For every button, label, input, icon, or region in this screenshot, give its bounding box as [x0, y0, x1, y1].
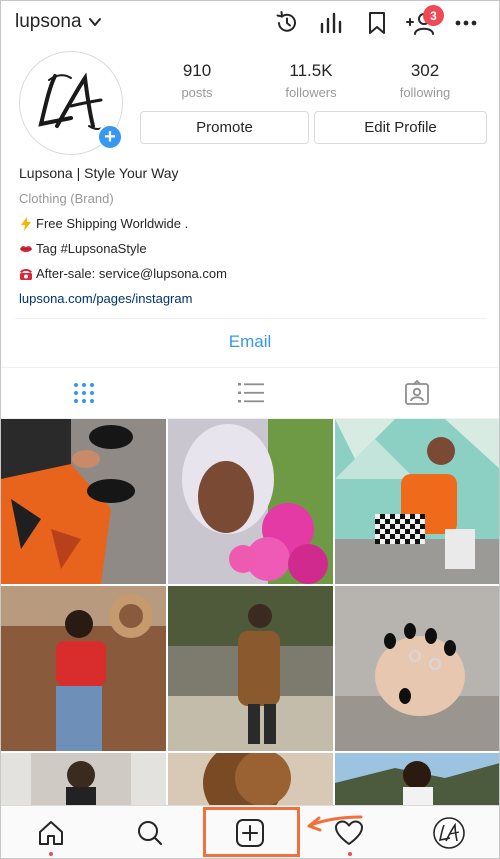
home-icon[interactable] — [36, 818, 66, 848]
grid-view-icon[interactable] — [69, 378, 99, 408]
activity-notification-dot — [348, 852, 352, 856]
insights-icon[interactable] — [317, 9, 345, 37]
posts-label: posts — [181, 85, 213, 100]
grid-post[interactable] — [1, 419, 166, 584]
posts-count: 910 — [182, 61, 212, 80]
grid-post[interactable] — [1, 753, 166, 806]
grid-post[interactable] — [335, 419, 499, 584]
bio-line-aftersale: After-sale: service@lupsona.com — [19, 266, 489, 281]
post-thumbnail — [1, 753, 166, 806]
lightning-emoji-icon — [21, 216, 31, 231]
email-button[interactable]: Email — [1, 332, 499, 352]
following-label: following — [399, 85, 451, 100]
profile-category: Clothing (Brand) — [19, 191, 114, 206]
annotation-arrow-icon — [307, 815, 363, 832]
telephone-emoji-icon — [20, 268, 32, 280]
followers-stat[interactable]: 11.5K followers — [256, 61, 366, 100]
activity-history-icon[interactable] — [273, 9, 301, 37]
add-story-button[interactable]: + — [97, 124, 123, 150]
profile-bio: Lupsona | Style Your Way Clothing (Brand… — [19, 165, 489, 306]
chevron-down-icon — [88, 18, 101, 26]
followers-count: 11.5K — [289, 61, 333, 80]
edit-profile-button[interactable]: Edit Profile — [314, 111, 487, 144]
lips-emoji-icon — [20, 245, 32, 252]
bio-line-3: After-sale: service@lupsona.com — [36, 266, 227, 281]
highlight-box-new-post — [203, 807, 300, 857]
bio-line-2: Tag #LupsonaStyle — [36, 241, 147, 256]
divider — [15, 318, 487, 319]
profile-tabs — [1, 367, 499, 419]
grid-post[interactable] — [335, 753, 499, 806]
tagged-photos-icon[interactable] — [402, 378, 432, 408]
grid-post[interactable] — [168, 586, 333, 751]
bio-line-1: Free Shipping Worldwide . — [36, 216, 189, 231]
account-switcher[interactable]: lupsona — [15, 11, 102, 33]
post-thumbnail — [1, 586, 166, 751]
post-thumbnail — [335, 753, 499, 806]
notification-badge: 3 — [423, 5, 444, 26]
followers-label: followers — [285, 85, 337, 100]
promote-button[interactable]: Promote — [140, 111, 309, 144]
following-stat[interactable]: 302 following — [370, 61, 480, 100]
posts-stat[interactable]: 910 posts — [142, 61, 252, 100]
following-count: 302 — [410, 61, 440, 80]
saved-bookmark-icon[interactable] — [363, 9, 391, 37]
post-thumbnail — [1, 419, 166, 584]
post-thumbnail — [335, 419, 499, 584]
profile-name: Lupsona | Style Your Way — [19, 165, 179, 181]
post-thumbnail — [168, 586, 333, 751]
home-activity-dot — [49, 852, 53, 856]
grid-post[interactable] — [168, 753, 333, 806]
post-thumbnail — [335, 586, 499, 751]
search-icon[interactable] — [135, 818, 165, 848]
instagram-profile-screen: lupsona 3 + 910 posts 11.5K followers 30… — [0, 0, 500, 859]
username-label: lupsona — [15, 11, 82, 32]
lupsona-logo — [38, 72, 106, 130]
list-view-icon[interactable] — [236, 378, 266, 408]
grid-post[interactable] — [335, 586, 499, 751]
post-thumbnail — [168, 753, 333, 806]
grid-post[interactable] — [1, 586, 166, 751]
more-options-icon[interactable] — [452, 9, 480, 37]
bio-line-shipping: Free Shipping Worldwide . — [19, 216, 489, 231]
bio-line-tag: Tag #LupsonaStyle — [19, 241, 489, 256]
top-bar: lupsona 3 — [1, 1, 499, 45]
grid-post[interactable] — [168, 419, 333, 584]
profile-avatar-icon[interactable] — [433, 817, 465, 849]
post-thumbnail — [168, 419, 333, 584]
bio-website-link[interactable]: lupsona.com/pages/instagram — [19, 291, 489, 306]
